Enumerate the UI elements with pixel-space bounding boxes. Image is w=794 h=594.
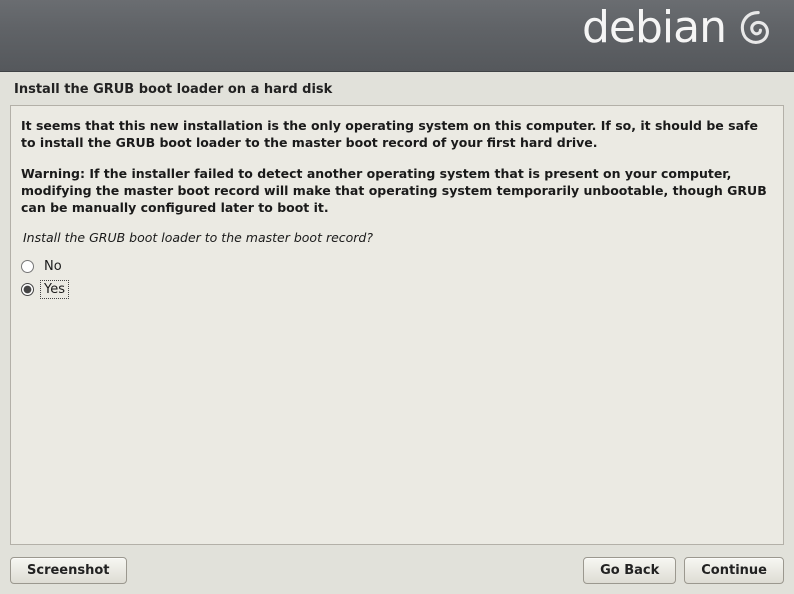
option-no[interactable]: No bbox=[21, 255, 773, 278]
radio-no[interactable] bbox=[21, 260, 34, 273]
info-paragraph-2: Warning: If the installer failed to dete… bbox=[21, 166, 773, 217]
radio-yes[interactable] bbox=[21, 283, 34, 296]
continue-button[interactable]: Continue bbox=[684, 557, 784, 584]
go-back-button[interactable]: Go Back bbox=[583, 557, 676, 584]
brand-block: debian bbox=[582, 6, 778, 50]
option-yes[interactable]: Yes bbox=[21, 278, 773, 301]
installer-header: debian bbox=[0, 0, 794, 72]
question-text: Install the GRUB boot loader to the mast… bbox=[21, 230, 773, 245]
page-title: Install the GRUB boot loader on a hard d… bbox=[0, 72, 794, 105]
debian-swirl-icon bbox=[734, 6, 778, 50]
brand-text: debian bbox=[582, 6, 726, 50]
option-no-label: No bbox=[42, 259, 64, 274]
info-paragraph-1: It seems that this new installation is t… bbox=[21, 118, 773, 152]
main-panel: It seems that this new installation is t… bbox=[10, 105, 784, 545]
option-yes-label: Yes bbox=[42, 282, 67, 297]
screenshot-button[interactable]: Screenshot bbox=[10, 557, 127, 584]
button-bar: Screenshot Go Back Continue bbox=[0, 557, 794, 584]
